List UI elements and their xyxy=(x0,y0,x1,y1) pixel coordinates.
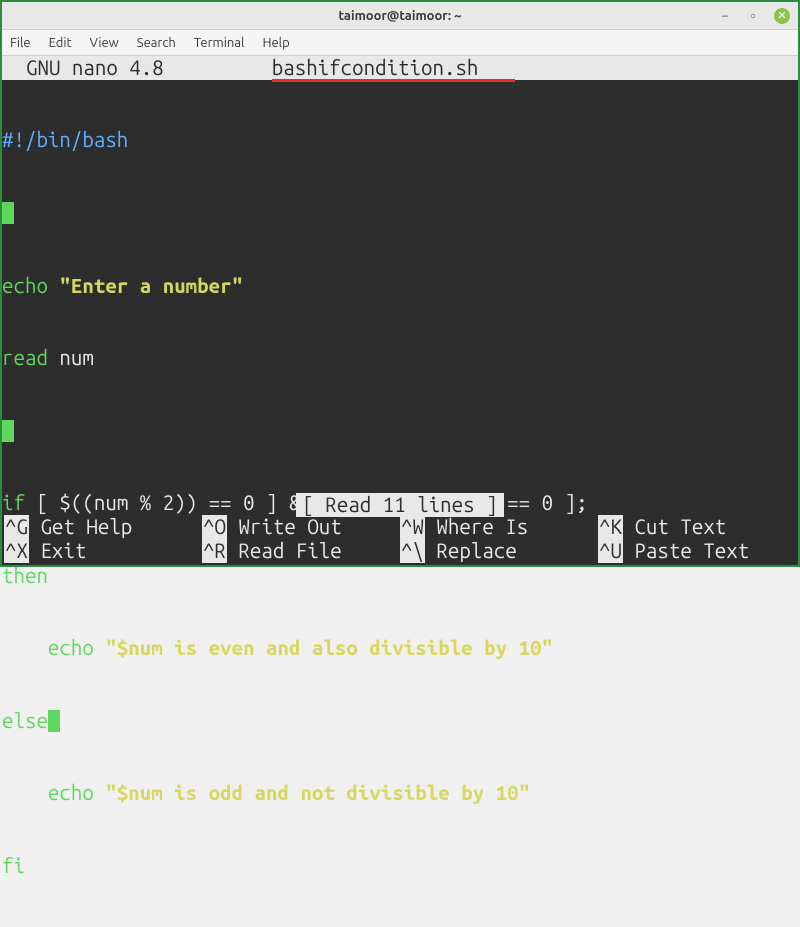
shortcut-key: ^W xyxy=(400,515,425,539)
code-then-kw: then xyxy=(2,564,48,587)
shortcut-where-is[interactable]: ^W Where Is xyxy=(400,515,598,539)
menu-terminal[interactable]: Terminal xyxy=(194,36,245,50)
minimize-button[interactable]: − xyxy=(718,9,732,23)
shortcut-key: ^\ xyxy=(400,539,425,563)
nano-app-name: GNU nano 4.8 xyxy=(26,56,164,80)
shortcut-get-help[interactable]: ^G Get Help xyxy=(4,515,202,539)
nano-status-line: [ Read 11 lines ] xyxy=(2,493,798,517)
shortcut-cut-text[interactable]: ^K Cut Text xyxy=(598,515,796,539)
code-echo-kw: echo xyxy=(2,781,94,804)
shortcut-paste-text[interactable]: ^U Paste Text xyxy=(598,539,796,563)
menu-edit[interactable]: Edit xyxy=(49,36,72,50)
code-fi-kw: fi xyxy=(2,854,25,877)
shortcut-label: Paste Text xyxy=(623,539,749,563)
shortcut-label: Read File xyxy=(227,539,342,563)
shortcut-key: ^U xyxy=(598,539,623,563)
terminal-area[interactable]: GNU nano 4.8 bashifcondition.sh #!/bin/b… xyxy=(2,56,798,565)
shortcut-label: Where Is xyxy=(425,515,528,539)
menu-help[interactable]: Help xyxy=(262,36,289,50)
shortcut-read-file[interactable]: ^R Read File xyxy=(202,539,400,563)
shortcut-key: ^O xyxy=(202,515,227,539)
menubar: File Edit View Search Terminal Help xyxy=(2,30,798,56)
nano-filename: bashifcondition.sh xyxy=(272,56,479,80)
close-button[interactable]: ✕ xyxy=(774,8,790,24)
code-read-kw: read xyxy=(2,346,48,369)
shortcut-replace[interactable]: ^\ Replace xyxy=(400,539,598,563)
maximize-button[interactable]: ▫ xyxy=(746,9,760,23)
shortcut-label: Cut Text xyxy=(623,515,726,539)
window-titlebar: taimoor@taimoor: ~ − ▫ ✕ xyxy=(2,2,798,30)
nano-shortcuts: ^G Get Help ^O Write Out ^W Where Is ^K … xyxy=(2,515,798,565)
code-echo-kw: echo xyxy=(2,274,48,297)
menu-file[interactable]: File xyxy=(10,36,31,50)
window-controls: − ▫ ✕ xyxy=(718,8,790,24)
shortcut-exit[interactable]: ^X Exit xyxy=(4,539,202,563)
menu-view[interactable]: View xyxy=(90,36,119,50)
shortcut-label: Exit xyxy=(29,539,86,563)
cursor-icon xyxy=(2,420,14,442)
code-string: "$num is odd and not divisible by 10" xyxy=(94,781,530,804)
nano-header: GNU nano 4.8 bashifcondition.sh xyxy=(2,56,798,80)
nano-status-text: [ Read 11 lines ] xyxy=(296,493,503,517)
code-shebang: #!/bin/bash xyxy=(2,128,128,151)
shortcut-write-out[interactable]: ^O Write Out xyxy=(202,515,400,539)
code-string: "Enter a number" xyxy=(48,274,243,297)
code-else-kw: else xyxy=(2,709,48,732)
code-echo-kw: echo xyxy=(2,636,94,659)
cursor-icon xyxy=(2,202,14,224)
shortcut-label: Replace xyxy=(425,539,517,563)
cursor-icon xyxy=(48,710,60,732)
window-title: taimoor@taimoor: ~ xyxy=(339,9,462,23)
shortcut-label: Get Help xyxy=(29,515,132,539)
shortcut-key: ^R xyxy=(202,539,227,563)
shortcut-label: Write Out xyxy=(227,515,342,539)
code-var: num xyxy=(48,346,94,369)
shortcut-key: ^X xyxy=(4,539,29,563)
shortcut-key: ^G xyxy=(4,515,29,539)
shortcut-key: ^K xyxy=(598,515,623,539)
menu-search[interactable]: Search xyxy=(137,36,176,50)
code-string: "$num is even and also divisible by 10" xyxy=(94,636,553,659)
